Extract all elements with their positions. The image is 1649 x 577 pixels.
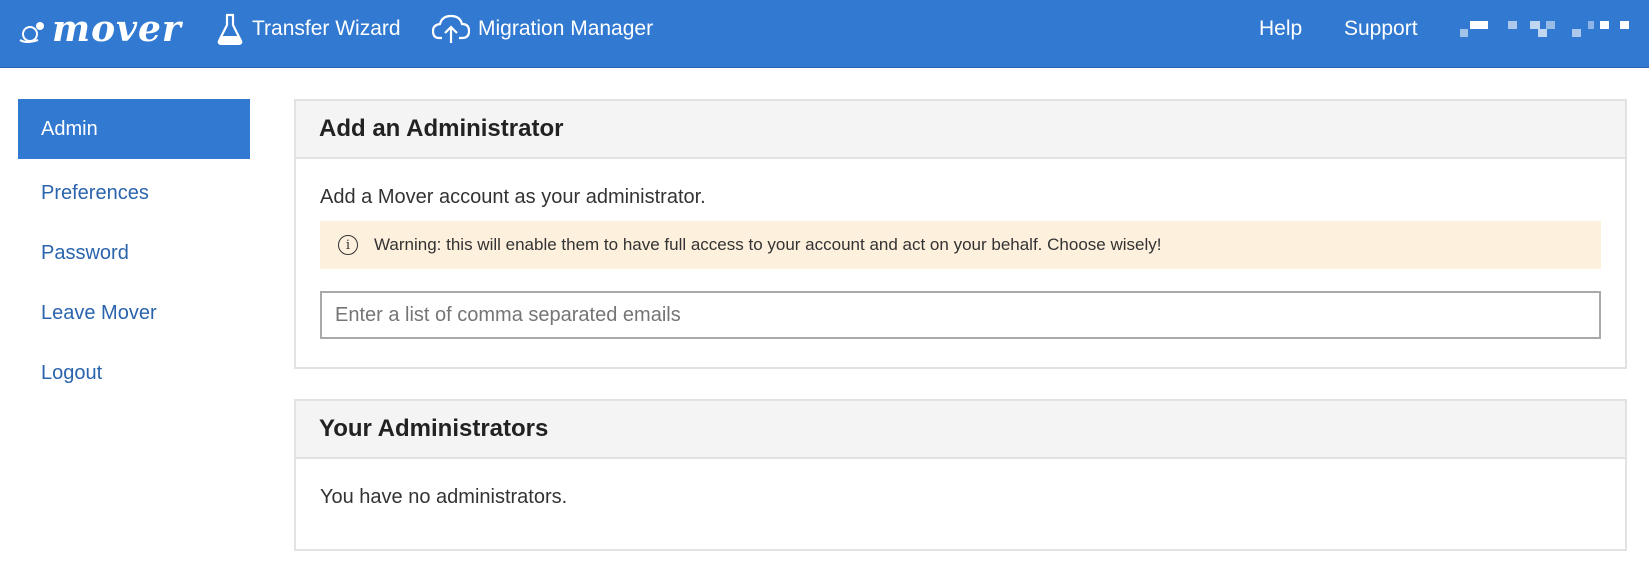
support-label: Support [1344, 17, 1418, 40]
sidebar-item-logout[interactable]: Logout [18, 343, 250, 403]
admin-emails-input[interactable] [320, 291, 1601, 339]
warning-text: Warning: this will enable them to have f… [374, 235, 1162, 254]
panel-title: Your Administrators [296, 401, 1625, 459]
nav-migration-manager[interactable]: Migration Manager [432, 14, 653, 44]
logo-text: mover [52, 8, 182, 50]
info-icon: i [338, 235, 358, 255]
settings-sidebar: Admin Preferences Password Leave Mover L… [18, 99, 250, 403]
support-link[interactable]: Support [1344, 14, 1418, 44]
sidebar-item-label: Leave Mover [41, 301, 157, 324]
sidebar-item-leave-mover[interactable]: Leave Mover [18, 283, 250, 343]
help-link[interactable]: Help [1259, 14, 1302, 44]
nav-label: Transfer Wizard [252, 17, 401, 40]
nav-transfer-wizard[interactable]: Transfer Wizard [216, 13, 401, 45]
mover-logo[interactable]: mover [16, 8, 181, 50]
cloud-upload-icon [432, 14, 470, 43]
user-avatar[interactable] [1460, 18, 1630, 42]
flask-icon [217, 13, 243, 45]
nav-label: Migration Manager [478, 17, 654, 40]
sidebar-item-password[interactable]: Password [18, 223, 250, 283]
sidebar-item-label: Admin [41, 117, 98, 140]
sidebar-item-label: Preferences [41, 181, 149, 204]
sidebar-item-preferences[interactable]: Preferences [18, 163, 250, 223]
warning-banner: i Warning: this will enable them to have… [320, 221, 1601, 269]
sidebar-item-label: Logout [41, 361, 103, 384]
mover-mascot-icon [19, 22, 44, 43]
sidebar-item-label: Password [41, 241, 129, 264]
add-admin-panel: Add an Administrator Add a Mover account… [294, 99, 1627, 369]
your-admins-panel: Your Administrators You have no administ… [294, 399, 1627, 551]
panel-title: Add an Administrator [296, 101, 1625, 159]
top-nav-bar: mover Transfer Wizard Migration Manager … [0, 0, 1649, 68]
sidebar-item-admin[interactable]: Admin [18, 99, 250, 159]
help-label: Help [1259, 17, 1303, 40]
no-admins-message: You have no administrators. [320, 486, 568, 508]
add-admin-description: Add a Mover account as your administrato… [320, 186, 706, 208]
